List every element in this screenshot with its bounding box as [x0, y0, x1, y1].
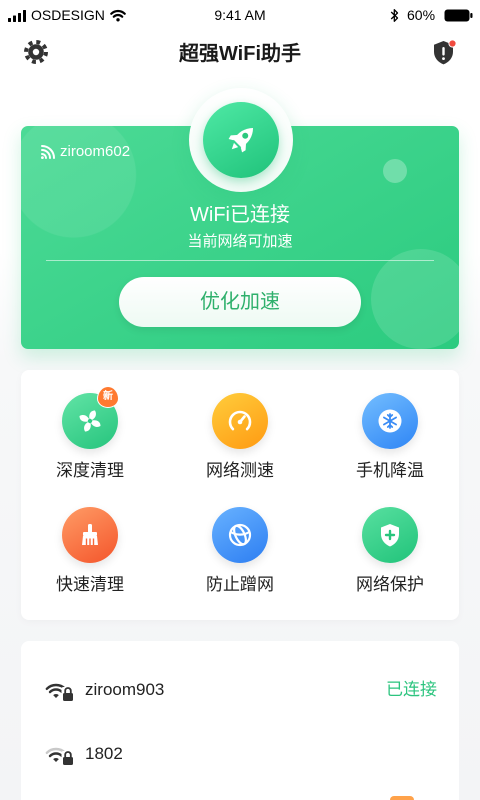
boost-hero-ring[interactable] — [189, 88, 293, 192]
rocket-button[interactable] — [203, 102, 279, 178]
shield-alert-icon[interactable] — [432, 39, 457, 66]
current-network-name: ziroom602 — [60, 143, 131, 160]
optimize-speed-button[interactable]: 优化加速 — [119, 277, 361, 327]
battery-icon — [444, 9, 473, 22]
tool-label: 防止蹭网 — [206, 575, 274, 594]
tool-label: 手机降温 — [356, 461, 424, 480]
list-item-partial-icon — [390, 796, 414, 800]
wifi-list: ziroom903 已连接 1802 — [21, 641, 459, 800]
divider — [46, 260, 434, 261]
tool-anti-freeload[interactable]: 防止蹭网 — [180, 507, 300, 607]
wifi-lock-icon — [45, 747, 75, 766]
speedometer-icon — [212, 393, 268, 449]
bluetooth-icon — [390, 9, 399, 22]
page-title: 超强WiFi助手 — [178, 43, 302, 65]
tool-speed-test[interactable]: 网络测速 — [180, 393, 300, 493]
connection-status: 已连接 — [386, 680, 437, 699]
connection-status-subtitle: 当前网络可加速 — [187, 233, 293, 250]
tool-deep-clean[interactable]: 新 深度清理 — [30, 386, 150, 493]
status-bar: OSDESIGN 9:41 AM 60% — [0, 0, 480, 32]
network-name: 1802 — [85, 744, 123, 763]
globe-icon — [212, 507, 268, 563]
tool-quick-clean[interactable]: 快速清理 — [30, 507, 150, 607]
tool-phone-cooling[interactable]: 手机降温 — [330, 393, 450, 493]
wifi-list-item[interactable]: ziroom903 已连接 — [21, 658, 459, 722]
new-badge: 新 — [97, 386, 119, 408]
battery-percent: 60% — [407, 7, 436, 23]
tool-network-protect[interactable]: 网络保护 — [330, 507, 450, 607]
broom-icon — [62, 507, 118, 563]
rocket-icon — [228, 127, 254, 153]
network-name: ziroom903 — [85, 680, 165, 699]
tool-label: 网络测速 — [206, 461, 274, 480]
tools-grid: 新 深度清理 网络测速 手机降温 快速清理 防止蹭网 网络保护 — [21, 370, 459, 620]
tool-label: 快速清理 — [56, 575, 124, 594]
decorative-circle — [383, 159, 407, 183]
snowflake-icon — [362, 393, 418, 449]
tool-label: 深度清理 — [56, 461, 124, 480]
connection-status-title: WiFi已连接 — [190, 204, 290, 226]
alert-dot — [448, 39, 457, 48]
shield-plus-icon — [362, 507, 418, 563]
tool-label: 网络保护 — [356, 575, 424, 594]
wifi-list-item[interactable]: 1802 — [21, 722, 459, 786]
wifi-lock-icon — [45, 683, 75, 702]
wifi-icon — [41, 145, 55, 159]
